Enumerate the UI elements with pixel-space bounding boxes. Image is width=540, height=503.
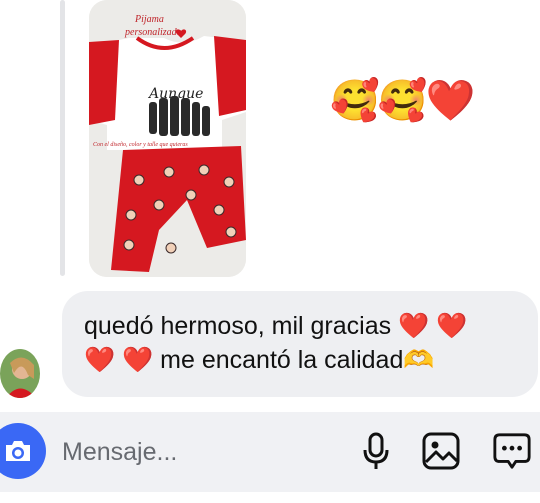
photo-caption-title: Pijama — [134, 14, 164, 25]
message-text: quedó hermoso, mil gracias ❤️ ❤️ ❤️ ❤️ m… — [84, 309, 534, 377]
message-line1-text: quedó hermoso, mil gracias — [84, 312, 392, 340]
gallery-button[interactable] — [421, 430, 461, 472]
shared-photo[interactable]: Pijama personalizado Aunque Con el diseñ… — [89, 0, 246, 277]
photo-side-note: Con el diseño, color y talle que quieras — [93, 142, 188, 148]
sticker-button[interactable] — [492, 430, 532, 472]
hearts-emoji: ❤️ ❤️ — [84, 346, 154, 374]
photo-caption-subtitle: personalizado — [124, 27, 182, 38]
emoji-reaction[interactable]: 🥰🥰❤️ — [330, 78, 475, 124]
avatar[interactable] — [0, 349, 40, 398]
camera-icon — [6, 441, 30, 461]
image-gallery-icon — [422, 432, 460, 470]
reply-quote-bar — [60, 0, 65, 276]
hearts-emoji: ❤️ ❤️ — [398, 312, 468, 340]
sticker-icon — [493, 433, 531, 469]
heart-hands-emoji: 🫶 — [403, 346, 435, 374]
microphone-icon — [363, 432, 389, 469]
message-input[interactable] — [62, 434, 322, 470]
message-line2-text: me encantó la calidad — [160, 346, 404, 374]
message-bubble[interactable]: quedó hermoso, mil gracias ❤️ ❤️ ❤️ ❤️ m… — [62, 291, 538, 397]
pajama-photo-illustration: Pijama personalizado Aunque Con el diseñ… — [89, 0, 246, 277]
microphone-button[interactable] — [356, 430, 396, 472]
